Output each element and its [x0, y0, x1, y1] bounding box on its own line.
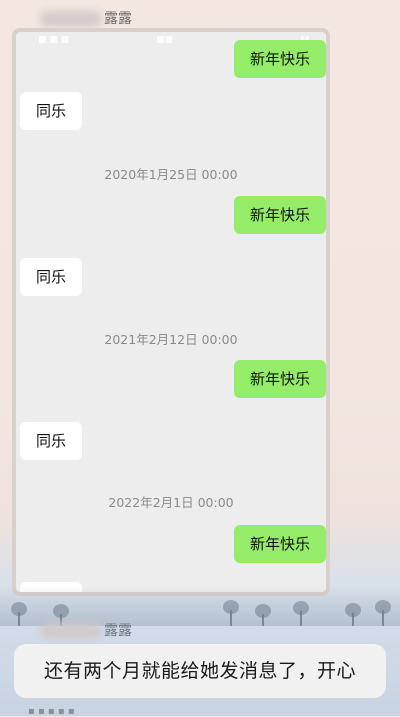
message-bubble-mine: 新年快乐 [234, 196, 326, 234]
top-username: 露露 [40, 8, 132, 30]
message-text: 新年快乐 [249, 206, 310, 224]
message-bubble-theirs: 同乐 [20, 92, 82, 130]
timestamp: 2020年1月25日 00:00 [104, 167, 238, 182]
message-bubble-mine: 新年快乐 [234, 525, 326, 563]
tree-icon [255, 604, 271, 626]
redaction-blur [40, 11, 102, 27]
chat-screenshot: ■ ■ ■ ■■ ▮▮ 新年快乐 同乐 2020年1月25日 00:00 新年快… [12, 28, 330, 596]
tree-icon [345, 603, 361, 626]
message-text: 同乐 [35, 432, 66, 450]
message-bubble-theirs: 同乐 [20, 258, 82, 296]
message-text: 同乐 [35, 102, 66, 120]
message-bubble-mine: 新年快乐 [234, 360, 326, 398]
tree-icon [293, 601, 309, 626]
message-text: 同乐 [35, 268, 66, 286]
bottom-username: 露露 [40, 620, 132, 642]
message-bubble-theirs: 同乐 [20, 422, 82, 460]
timestamp: 2021年2月12日 00:00 [104, 332, 238, 347]
message-text: 新年快乐 [249, 370, 310, 388]
message-text: 新年快乐 [249, 535, 310, 553]
bottom-username-suffix: 露露 [104, 623, 132, 639]
timestamp: 2022年2月1日 00:00 [108, 495, 234, 510]
tree-icon [375, 600, 391, 626]
message-text: 新年快乐 [249, 50, 310, 68]
caption-text: 还有两个月就能给她发消息了，开心 [43, 660, 356, 682]
cropped-text-fragment: ▪ ▪ ▪ ▪ ▪ [28, 706, 75, 717]
redaction-blur [40, 623, 102, 639]
caption-message: 还有两个月就能给她发消息了，开心 [14, 644, 386, 698]
message-bubble-mine: 新年快乐 [234, 40, 326, 78]
tree-icon [11, 602, 27, 626]
top-username-suffix: 露露 [104, 11, 132, 27]
tree-icon [223, 600, 239, 626]
